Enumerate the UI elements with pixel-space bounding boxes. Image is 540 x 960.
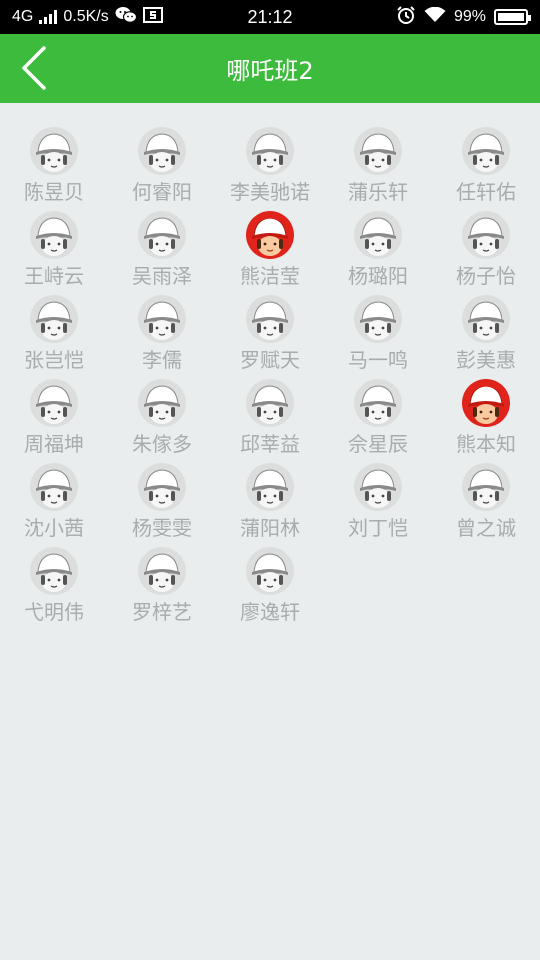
student-item[interactable]: 廖逸轩: [216, 547, 324, 631]
student-avatar: [246, 211, 294, 259]
student-avatar: [138, 211, 186, 259]
student-name: 彭美惠: [456, 348, 516, 372]
student-avatar: [138, 295, 186, 343]
student-name: 廖逸轩: [240, 600, 300, 624]
student-avatar: [354, 379, 402, 427]
student-item[interactable]: 彭美惠: [432, 295, 540, 379]
student-item[interactable]: 陈昱贝: [0, 127, 108, 211]
student-item[interactable]: 朱傢多: [108, 379, 216, 463]
student-item[interactable]: 邱莘益: [216, 379, 324, 463]
student-avatar: [354, 463, 402, 511]
student-name: 马一鸣: [348, 348, 408, 372]
student-avatar: [138, 547, 186, 595]
student-name: 蒲乐轩: [348, 180, 408, 204]
student-avatar: [30, 127, 78, 175]
student-avatar: [462, 463, 510, 511]
student-name: 朱傢多: [132, 432, 192, 456]
student-name: 何睿阳: [132, 180, 192, 204]
student-name: 陈昱贝: [24, 180, 84, 204]
student-name: 熊洁莹: [240, 264, 300, 288]
student-avatar: [354, 211, 402, 259]
student-avatar: [354, 127, 402, 175]
student-name: 曾之诚: [456, 516, 516, 540]
student-item[interactable]: 熊本知: [432, 379, 540, 463]
student-item[interactable]: 曾之诚: [432, 463, 540, 547]
student-name: 沈小茜: [24, 516, 84, 540]
student-item[interactable]: 蒲乐轩: [324, 127, 432, 211]
student-name: 弋明伟: [24, 600, 84, 624]
student-name: 李儒: [142, 348, 182, 372]
student-item[interactable]: 张岂恺: [0, 295, 108, 379]
battery-percent: 99%: [453, 8, 486, 25]
student-avatar: [246, 127, 294, 175]
student-avatar: [30, 547, 78, 595]
student-avatar: [30, 211, 78, 259]
student-item[interactable]: 佘星辰: [324, 379, 432, 463]
student-name: 任轩佑: [456, 180, 516, 204]
student-item[interactable]: 李儒: [108, 295, 216, 379]
student-item[interactable]: 沈小茜: [0, 463, 108, 547]
clock: 21:12: [247, 6, 293, 27]
student-avatar: [462, 379, 510, 427]
student-name: 罗梓艺: [132, 600, 192, 624]
student-item[interactable]: 刘丁恺: [324, 463, 432, 547]
student-item[interactable]: 王峙云: [0, 211, 108, 295]
student-name: 王峙云: [24, 264, 84, 288]
student-name: 刘丁恺: [348, 516, 408, 540]
student-name: 李美驰诺: [230, 180, 310, 204]
student-item[interactable]: 罗赋天: [216, 295, 324, 379]
student-item[interactable]: 杨子怡: [432, 211, 540, 295]
student-item[interactable]: 杨雯雯: [108, 463, 216, 547]
student-item[interactable]: 周福坤: [0, 379, 108, 463]
student-item[interactable]: 李美驰诺: [216, 127, 324, 211]
student-avatar: [246, 547, 294, 595]
battery-icon: [494, 9, 531, 25]
student-item[interactable]: 熊洁莹: [216, 211, 324, 295]
student-avatar: [138, 127, 186, 175]
wifi-icon: [424, 6, 446, 28]
student-avatar: [138, 379, 186, 427]
student-item[interactable]: 吴雨泽: [108, 211, 216, 295]
student-item[interactable]: 何睿阳: [108, 127, 216, 211]
header-bar: 哪吒班2: [0, 34, 540, 103]
student-name: 罗赋天: [240, 348, 300, 372]
student-item[interactable]: 蒲阳林: [216, 463, 324, 547]
student-avatar: [30, 379, 78, 427]
alarm-icon: [396, 5, 416, 30]
student-avatar: [30, 463, 78, 511]
student-item[interactable]: 杨璐阳: [324, 211, 432, 295]
student-avatar: [462, 211, 510, 259]
student-avatar: [462, 127, 510, 175]
student-name: 佘星辰: [348, 432, 408, 456]
student-avatar: [246, 379, 294, 427]
page-title: 哪吒班2: [226, 57, 314, 85]
status-bar: 4G 0.5K/s 21:12 99%: [0, 0, 540, 34]
student-avatar: [246, 295, 294, 343]
student-avatar: [354, 295, 402, 343]
student-name: 邱莘益: [240, 432, 300, 456]
student-name: 周福坤: [24, 432, 84, 456]
student-avatar: [462, 295, 510, 343]
student-name: 杨雯雯: [132, 516, 192, 540]
student-name: 杨璐阳: [348, 264, 408, 288]
student-name: 杨子怡: [456, 264, 516, 288]
student-item[interactable]: 弋明伟: [0, 547, 108, 631]
student-avatar: [138, 463, 186, 511]
student-name: 吴雨泽: [132, 264, 192, 288]
student-item[interactable]: 罗梓艺: [108, 547, 216, 631]
student-name: 张岂恺: [24, 348, 84, 372]
student-item[interactable]: 马一鸣: [324, 295, 432, 379]
student-avatar: [30, 295, 78, 343]
student-item[interactable]: 任轩佑: [432, 127, 540, 211]
student-avatar: [246, 463, 294, 511]
student-name: 熊本知: [456, 432, 516, 456]
student-name: 蒲阳林: [240, 516, 300, 540]
